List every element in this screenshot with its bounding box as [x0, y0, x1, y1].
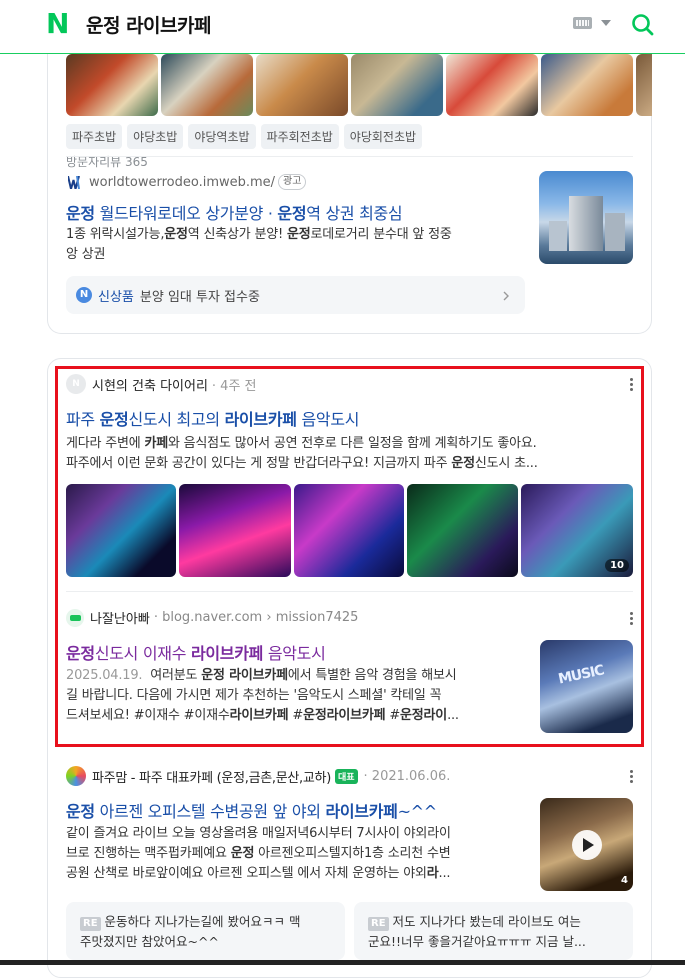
ad-source-row[interactable]: worldtowerrodeo.imweb.me/ 광고: [68, 174, 307, 190]
title-part: 운정: [66, 802, 95, 821]
ad-desc-part: 로데로거리 분수대 앞 정중: [310, 227, 452, 242]
chevron-right-icon: [503, 291, 509, 301]
ad-thumbnail[interactable]: [539, 171, 633, 264]
place-and-ad-card: 파주초밥 야당초밥 야당역초밥 파주회전초밥 야당회전초밥 방문자리뷰 365 worl…: [47, 28, 652, 334]
ad-title-part: 운정: [277, 204, 307, 223]
search-header: N 운정 라이브카페: [0, 0, 685, 54]
chevron-down-icon[interactable]: [601, 20, 611, 26]
desc-part: 운정: [230, 846, 255, 861]
new-product-text: 분양 임대 투자 접수중: [139, 289, 260, 305]
desc-part: ...: [438, 866, 451, 881]
ad-desc-part: 역 신축상가 분양!: [187, 227, 287, 242]
ad-sublink[interactable]: N 신상품 분양 임대 투자 접수중: [66, 276, 525, 314]
search-query[interactable]: 운정 라이브카페: [86, 11, 211, 38]
title-part: 아르젠 오피스텔 수변공원 앞 야외: [94, 802, 326, 821]
cafe-icon: [66, 766, 86, 786]
title-part: 라이브카페: [325, 802, 398, 821]
ad-title[interactable]: 운정 월드타워로데오 상가분양 · 운정역 상권 최중심: [66, 200, 403, 224]
comment-preview[interactable]: RE 운동하다 지나가는길에 봤어요ㅋㅋ 맥주맛졌지만 참았어요~^^: [66, 902, 345, 960]
cafe-badge: 대표: [334, 768, 358, 784]
post3-time: · 2021.06.06.: [363, 768, 451, 784]
desc-part: 브로 진행하는 맥주펍카페예요: [66, 846, 231, 861]
keyword-tag[interactable]: 야당역초밥: [188, 124, 256, 149]
search-icon[interactable]: [631, 13, 655, 37]
ad-title-part: 운정: [66, 204, 95, 223]
keyword-tag[interactable]: 야당회전초밥: [343, 124, 423, 149]
keyword-tags: 파주초밥 야당초밥 야당역초밥 파주회전초밥 야당회전초밥: [66, 124, 427, 149]
post3-description: 같이 즐겨요 라이브 오늘 영상올려용 매일저녁6시부터 7시사이 야외라이 브…: [66, 824, 526, 884]
highlight-box: [55, 366, 644, 747]
post3-author: 파주맘 - 파주 대표카페 (운정,금촌,문산,교하): [92, 770, 331, 786]
keyboard-icon[interactable]: [573, 17, 592, 29]
keyword-tag[interactable]: 야당초밥: [127, 124, 184, 149]
post3-video-thumbnail[interactable]: 4: [540, 798, 633, 891]
re-badge: RE: [368, 917, 389, 931]
comment-text: 저도 지나가다 봤는데 라이브도 여는: [392, 914, 581, 929]
desc-part: 같이 즐겨요 라이브 오늘 영상올려용 매일저녁6시부터 7시사이 야외라이: [66, 826, 451, 841]
comment-text: 군요!!너무 좋을거같아요ㅠㅠㅠ 지금 날...: [368, 934, 586, 949]
desc-part: 아르젠오피스텔지하1층 소리천 수변: [254, 846, 451, 861]
w-logo-icon: [68, 175, 80, 189]
ad-title-part: 월드타워로데오 상가분양 ·: [94, 204, 278, 223]
divider: [66, 156, 633, 157]
desc-part: 라: [426, 866, 439, 881]
ad-domain: worldtowerrodeo.imweb.me/: [89, 174, 276, 190]
ad-desc-part: 앙 상권: [66, 247, 106, 262]
desc-part: 공원 산책로 바로앞이예요 아르젠 오피스텔 에서 자체 운영하는 야외: [66, 866, 427, 881]
keyword-tag[interactable]: 파주회전초밥: [260, 124, 339, 149]
n-badge-icon: N: [76, 287, 92, 303]
title-part: ~^^: [397, 802, 438, 821]
ad-description: 1종 위락시설가능,운정역 신축상가 분양! 운정로데로거리 분수대 앞 정중 앙…: [66, 225, 526, 265]
video-count-badge: 4: [621, 875, 628, 886]
ad-desc-part: 운정: [286, 227, 311, 242]
new-product-label: 신상품: [98, 289, 134, 305]
place-photo-strip[interactable]: [66, 54, 652, 116]
play-icon[interactable]: [572, 830, 602, 860]
ad-badge: 광고: [278, 174, 307, 190]
bottom-bar: [0, 960, 685, 965]
comment-text: 주맛졌지만 참았어요~^^: [80, 934, 219, 949]
more-icon[interactable]: [630, 770, 633, 783]
naver-logo-icon[interactable]: N: [46, 10, 72, 38]
comment-preview[interactable]: RE 저도 지나가다 봤는데 라이브도 여는군요!!너무 좋을거같아요ㅠㅠㅠ 지금…: [354, 902, 633, 960]
comment-text: 운동하다 지나가는길에 봤어요ㅋㅋ 맥: [104, 914, 301, 929]
post3-title[interactable]: 운정 아르젠 오피스텔 수변공원 앞 야외 라이브카페~^^: [66, 798, 437, 822]
ad-desc-part: 1종 위락시설가능,: [66, 227, 165, 242]
ad-title-part: 역 상권 최중심: [306, 204, 403, 223]
re-badge: RE: [80, 917, 101, 931]
post3-author-row[interactable]: 파주맘 - 파주 대표카페 (운정,금촌,문산,교하) 대표 · 2021.06…: [66, 766, 450, 786]
keyword-tag[interactable]: 파주초밥: [66, 124, 123, 149]
ad-desc-part: 운정: [164, 227, 188, 242]
